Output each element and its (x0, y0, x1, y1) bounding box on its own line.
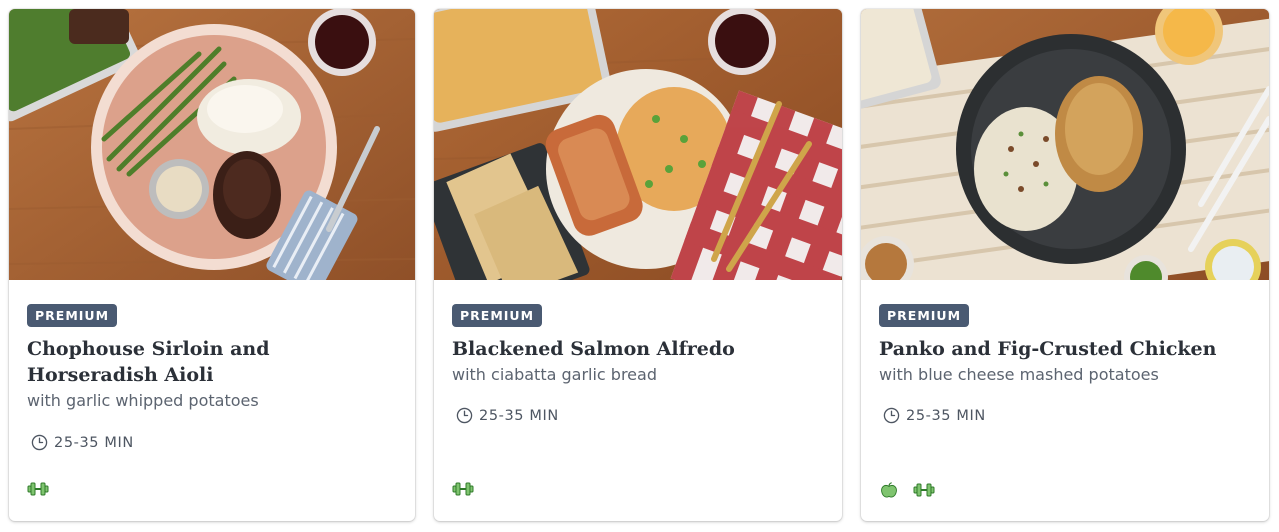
recipe-grid: PREMIUM Chophouse Sirloin and Horseradis… (0, 0, 1279, 532)
recipe-subtitle: with garlic whipped potatoes (27, 391, 259, 410)
clock-icon (883, 407, 900, 424)
cook-time-label: 25-35 MIN (54, 434, 134, 451)
premium-badge: PREMIUM (27, 304, 118, 327)
dumbbell-icon (27, 482, 49, 496)
recipe-photo[interactable] (861, 9, 1269, 280)
cook-time: 25-35 MIN (883, 407, 986, 424)
recipe-card-panko-fig-chicken[interactable]: PREMIUM Panko and Fig-Crusted Chicken wi… (861, 9, 1269, 521)
premium-badge: PREMIUM (452, 304, 543, 327)
recipe-title[interactable]: Blackened Salmon Alfredo (452, 336, 824, 362)
cook-time: 25-35 MIN (31, 434, 134, 451)
premium-badge: PREMIUM (879, 304, 970, 327)
recipe-title[interactable]: Chophouse Sirloin and Horseradish Aioli (27, 336, 397, 388)
recipe-tags (879, 481, 935, 499)
recipe-card-chophouse-sirloin[interactable]: PREMIUM Chophouse Sirloin and Horseradis… (9, 9, 415, 521)
recipe-subtitle: with ciabatta garlic bread (452, 365, 657, 384)
recipe-subtitle: with blue cheese mashed potatoes (879, 365, 1159, 384)
cook-time-label: 25-35 MIN (906, 407, 986, 424)
recipe-tags (452, 481, 474, 497)
apple-icon (881, 482, 897, 498)
recipe-tags (27, 481, 49, 497)
recipe-photo[interactable] (9, 9, 415, 280)
recipe-card-blackened-salmon[interactable]: PREMIUM Blackened Salmon Alfredo with ci… (434, 9, 842, 521)
cook-time-label: 25-35 MIN (479, 407, 559, 424)
dumbbell-icon (452, 482, 474, 496)
recipe-photo[interactable] (434, 9, 842, 280)
clock-icon (31, 434, 48, 451)
cook-time: 25-35 MIN (456, 407, 559, 424)
clock-icon (456, 407, 473, 424)
recipe-title[interactable]: Panko and Fig-Crusted Chicken (879, 336, 1251, 362)
dumbbell-icon (913, 483, 935, 497)
